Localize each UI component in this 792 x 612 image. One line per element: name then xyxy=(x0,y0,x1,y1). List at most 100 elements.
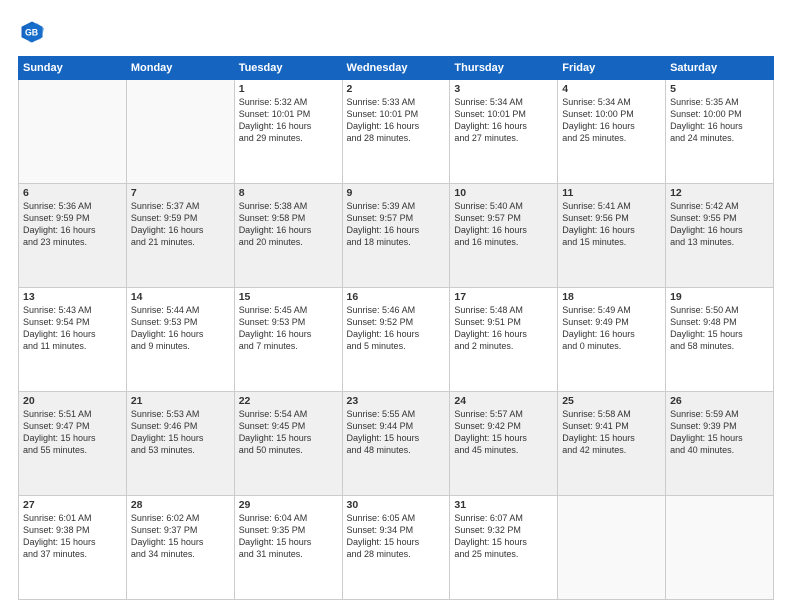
day-number: 29 xyxy=(239,499,338,511)
day-number: 6 xyxy=(23,187,122,199)
day-number: 24 xyxy=(454,395,553,407)
calendar-cell: 2Sunrise: 5:33 AM Sunset: 10:01 PM Dayli… xyxy=(342,80,450,184)
day-info: Sunrise: 5:39 AM Sunset: 9:57 PM Dayligh… xyxy=(347,200,446,249)
day-number: 27 xyxy=(23,499,122,511)
calendar-cell: 20Sunrise: 5:51 AM Sunset: 9:47 PM Dayli… xyxy=(19,392,127,496)
calendar-day-header: Wednesday xyxy=(342,57,450,80)
calendar-cell: 11Sunrise: 5:41 AM Sunset: 9:56 PM Dayli… xyxy=(558,184,666,288)
calendar-cell: 9Sunrise: 5:39 AM Sunset: 9:57 PM Daylig… xyxy=(342,184,450,288)
day-info: Sunrise: 6:07 AM Sunset: 9:32 PM Dayligh… xyxy=(454,512,553,561)
day-info: Sunrise: 5:37 AM Sunset: 9:59 PM Dayligh… xyxy=(131,200,230,249)
day-info: Sunrise: 5:34 AM Sunset: 10:00 PM Daylig… xyxy=(562,96,661,145)
day-info: Sunrise: 5:38 AM Sunset: 9:58 PM Dayligh… xyxy=(239,200,338,249)
logo-icon: GB xyxy=(18,18,46,46)
day-number: 4 xyxy=(562,83,661,95)
calendar-cell: 14Sunrise: 5:44 AM Sunset: 9:53 PM Dayli… xyxy=(126,288,234,392)
day-number: 10 xyxy=(454,187,553,199)
day-number: 5 xyxy=(670,83,769,95)
calendar-cell: 22Sunrise: 5:54 AM Sunset: 9:45 PM Dayli… xyxy=(234,392,342,496)
calendar-cell: 4Sunrise: 5:34 AM Sunset: 10:00 PM Dayli… xyxy=(558,80,666,184)
day-number: 26 xyxy=(670,395,769,407)
calendar-cell xyxy=(666,496,774,600)
day-number: 9 xyxy=(347,187,446,199)
day-info: Sunrise: 6:01 AM Sunset: 9:38 PM Dayligh… xyxy=(23,512,122,561)
day-info: Sunrise: 5:43 AM Sunset: 9:54 PM Dayligh… xyxy=(23,304,122,353)
calendar-cell: 29Sunrise: 6:04 AM Sunset: 9:35 PM Dayli… xyxy=(234,496,342,600)
day-number: 22 xyxy=(239,395,338,407)
day-info: Sunrise: 5:55 AM Sunset: 9:44 PM Dayligh… xyxy=(347,408,446,457)
day-number: 8 xyxy=(239,187,338,199)
day-info: Sunrise: 5:36 AM Sunset: 9:59 PM Dayligh… xyxy=(23,200,122,249)
calendar-cell: 7Sunrise: 5:37 AM Sunset: 9:59 PM Daylig… xyxy=(126,184,234,288)
calendar-cell: 16Sunrise: 5:46 AM Sunset: 9:52 PM Dayli… xyxy=(342,288,450,392)
day-info: Sunrise: 5:40 AM Sunset: 9:57 PM Dayligh… xyxy=(454,200,553,249)
day-info: Sunrise: 5:59 AM Sunset: 9:39 PM Dayligh… xyxy=(670,408,769,457)
calendar-cell: 27Sunrise: 6:01 AM Sunset: 9:38 PM Dayli… xyxy=(19,496,127,600)
day-number: 23 xyxy=(347,395,446,407)
day-info: Sunrise: 5:41 AM Sunset: 9:56 PM Dayligh… xyxy=(562,200,661,249)
day-info: Sunrise: 5:53 AM Sunset: 9:46 PM Dayligh… xyxy=(131,408,230,457)
header: GB xyxy=(18,18,774,46)
day-number: 15 xyxy=(239,291,338,303)
day-number: 19 xyxy=(670,291,769,303)
calendar-day-header: Tuesday xyxy=(234,57,342,80)
calendar-day-header: Monday xyxy=(126,57,234,80)
calendar-cell: 31Sunrise: 6:07 AM Sunset: 9:32 PM Dayli… xyxy=(450,496,558,600)
calendar-cell: 21Sunrise: 5:53 AM Sunset: 9:46 PM Dayli… xyxy=(126,392,234,496)
calendar-table: SundayMondayTuesdayWednesdayThursdayFrid… xyxy=(18,56,774,600)
calendar-cell: 10Sunrise: 5:40 AM Sunset: 9:57 PM Dayli… xyxy=(450,184,558,288)
day-number: 17 xyxy=(454,291,553,303)
day-info: Sunrise: 5:35 AM Sunset: 10:00 PM Daylig… xyxy=(670,96,769,145)
page: GB SundayMondayTuesdayWednesdayThursdayF… xyxy=(0,0,792,612)
calendar-cell xyxy=(19,80,127,184)
calendar-day-header: Sunday xyxy=(19,57,127,80)
calendar-cell: 15Sunrise: 5:45 AM Sunset: 9:53 PM Dayli… xyxy=(234,288,342,392)
calendar-cell xyxy=(126,80,234,184)
day-info: Sunrise: 5:57 AM Sunset: 9:42 PM Dayligh… xyxy=(454,408,553,457)
calendar-cell: 8Sunrise: 5:38 AM Sunset: 9:58 PM Daylig… xyxy=(234,184,342,288)
calendar-cell: 13Sunrise: 5:43 AM Sunset: 9:54 PM Dayli… xyxy=(19,288,127,392)
day-info: Sunrise: 5:54 AM Sunset: 9:45 PM Dayligh… xyxy=(239,408,338,457)
day-number: 18 xyxy=(562,291,661,303)
calendar-cell: 5Sunrise: 5:35 AM Sunset: 10:00 PM Dayli… xyxy=(666,80,774,184)
calendar-week-row: 6Sunrise: 5:36 AM Sunset: 9:59 PM Daylig… xyxy=(19,184,774,288)
calendar-cell: 18Sunrise: 5:49 AM Sunset: 9:49 PM Dayli… xyxy=(558,288,666,392)
day-info: Sunrise: 5:34 AM Sunset: 10:01 PM Daylig… xyxy=(454,96,553,145)
day-info: Sunrise: 6:05 AM Sunset: 9:34 PM Dayligh… xyxy=(347,512,446,561)
day-number: 30 xyxy=(347,499,446,511)
day-info: Sunrise: 5:58 AM Sunset: 9:41 PM Dayligh… xyxy=(562,408,661,457)
calendar-cell: 30Sunrise: 6:05 AM Sunset: 9:34 PM Dayli… xyxy=(342,496,450,600)
calendar-cell: 26Sunrise: 5:59 AM Sunset: 9:39 PM Dayli… xyxy=(666,392,774,496)
day-number: 11 xyxy=(562,187,661,199)
day-number: 3 xyxy=(454,83,553,95)
day-number: 25 xyxy=(562,395,661,407)
calendar-day-header: Saturday xyxy=(666,57,774,80)
day-info: Sunrise: 5:42 AM Sunset: 9:55 PM Dayligh… xyxy=(670,200,769,249)
day-info: Sunrise: 6:04 AM Sunset: 9:35 PM Dayligh… xyxy=(239,512,338,561)
calendar-cell: 19Sunrise: 5:50 AM Sunset: 9:48 PM Dayli… xyxy=(666,288,774,392)
calendar-cell: 12Sunrise: 5:42 AM Sunset: 9:55 PM Dayli… xyxy=(666,184,774,288)
calendar-day-header: Thursday xyxy=(450,57,558,80)
day-number: 20 xyxy=(23,395,122,407)
calendar-week-row: 20Sunrise: 5:51 AM Sunset: 9:47 PM Dayli… xyxy=(19,392,774,496)
day-number: 28 xyxy=(131,499,230,511)
calendar-cell: 24Sunrise: 5:57 AM Sunset: 9:42 PM Dayli… xyxy=(450,392,558,496)
calendar-cell: 23Sunrise: 5:55 AM Sunset: 9:44 PM Dayli… xyxy=(342,392,450,496)
calendar-cell: 28Sunrise: 6:02 AM Sunset: 9:37 PM Dayli… xyxy=(126,496,234,600)
calendar-week-row: 13Sunrise: 5:43 AM Sunset: 9:54 PM Dayli… xyxy=(19,288,774,392)
day-info: Sunrise: 5:49 AM Sunset: 9:49 PM Dayligh… xyxy=(562,304,661,353)
logo: GB xyxy=(18,18,50,46)
calendar-week-row: 27Sunrise: 6:01 AM Sunset: 9:38 PM Dayli… xyxy=(19,496,774,600)
calendar-cell: 3Sunrise: 5:34 AM Sunset: 10:01 PM Dayli… xyxy=(450,80,558,184)
calendar-week-row: 1Sunrise: 5:32 AM Sunset: 10:01 PM Dayli… xyxy=(19,80,774,184)
day-number: 1 xyxy=(239,83,338,95)
day-info: Sunrise: 5:33 AM Sunset: 10:01 PM Daylig… xyxy=(347,96,446,145)
calendar-day-header: Friday xyxy=(558,57,666,80)
day-info: Sunrise: 5:44 AM Sunset: 9:53 PM Dayligh… xyxy=(131,304,230,353)
day-number: 2 xyxy=(347,83,446,95)
calendar-cell: 6Sunrise: 5:36 AM Sunset: 9:59 PM Daylig… xyxy=(19,184,127,288)
calendar-cell: 25Sunrise: 5:58 AM Sunset: 9:41 PM Dayli… xyxy=(558,392,666,496)
day-info: Sunrise: 5:45 AM Sunset: 9:53 PM Dayligh… xyxy=(239,304,338,353)
day-info: Sunrise: 5:48 AM Sunset: 9:51 PM Dayligh… xyxy=(454,304,553,353)
day-number: 14 xyxy=(131,291,230,303)
